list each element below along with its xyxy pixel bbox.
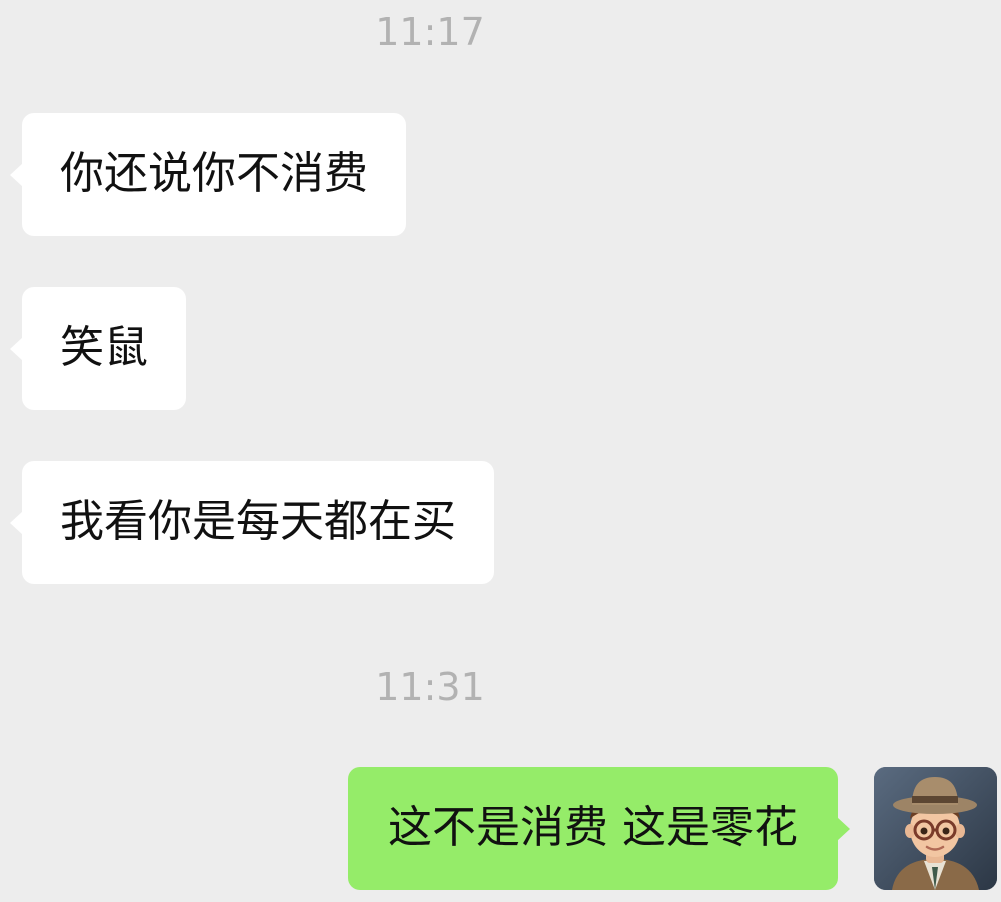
incoming-message-bubble[interactable]: 我看你是每天都在买 (10, 461, 494, 584)
timestamp: 11:17 (375, 10, 485, 54)
message-text: 我看你是每天都在买 (60, 496, 456, 547)
incoming-message-bubble[interactable]: 你还说你不消费 (10, 113, 406, 236)
incoming-message-bubble[interactable]: 笑鼠 (10, 287, 186, 410)
outgoing-message-bubble[interactable]: 这不是消费 这是零花 (348, 767, 850, 890)
message-text: 笑鼠 (60, 322, 148, 373)
message-text: 你还说你不消费 (60, 148, 368, 199)
timestamp: 11:31 (375, 665, 485, 709)
user-avatar-icon (874, 767, 997, 890)
message-text: 这不是消费 这是零花 (388, 802, 798, 853)
avatar[interactable] (874, 767, 997, 890)
